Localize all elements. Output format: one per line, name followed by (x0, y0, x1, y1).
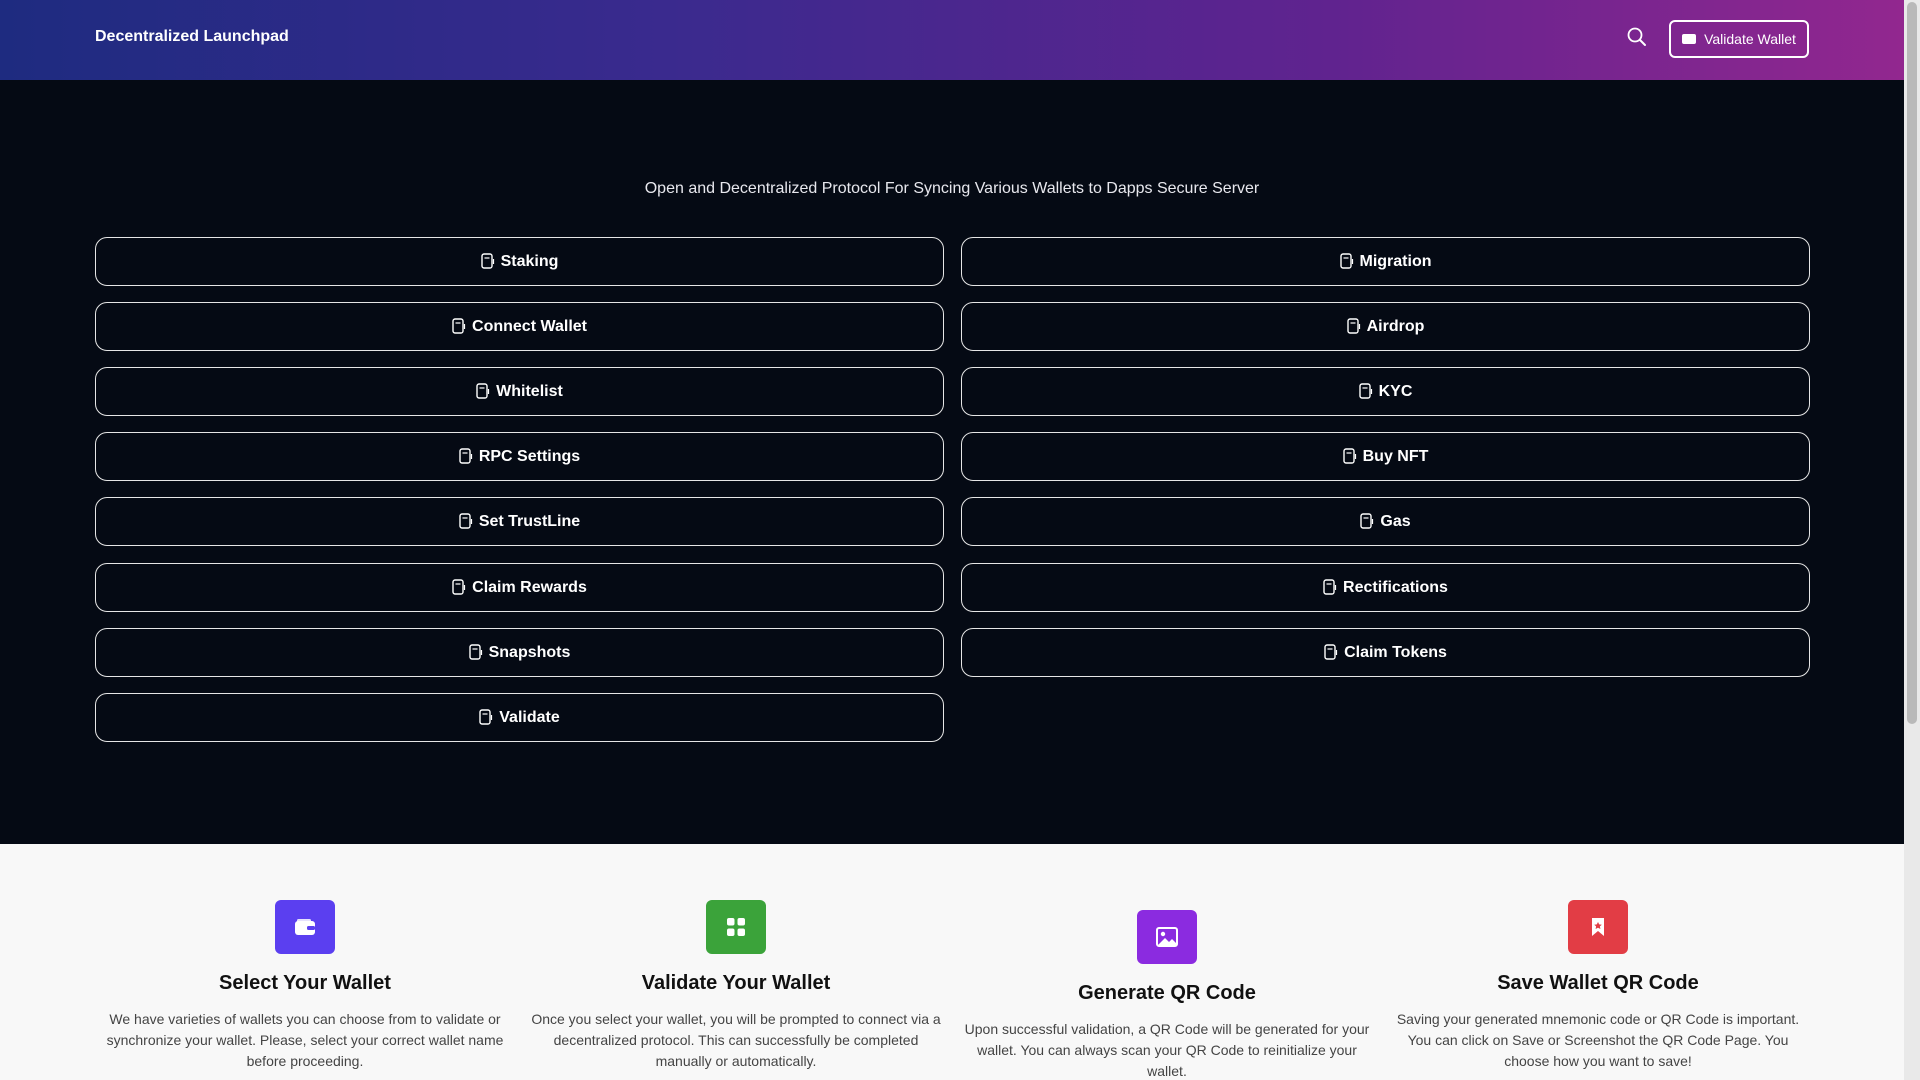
option-label: Staking (500, 252, 559, 270)
wallet-icon (275, 900, 335, 954)
feature-text: Saving your generated mnemonic code or Q… (1396, 1011, 1800, 1069)
document-icon (1323, 579, 1337, 595)
document-icon (452, 318, 466, 334)
option-whitelist[interactable]: Whitelist (95, 367, 944, 416)
grid-icon (706, 900, 766, 954)
option-kyc[interactable]: KYC (961, 367, 1810, 416)
feature-title: Generate QR Code (1078, 982, 1256, 1004)
wallet-icon (1682, 34, 1697, 44)
option-snapshots[interactable]: Snapshots (95, 628, 944, 677)
option-label: Snapshots (488, 643, 571, 661)
document-icon (1339, 253, 1353, 269)
option-label: Gas (1380, 512, 1411, 530)
option-label: Buy NFT (1362, 447, 1429, 465)
top-navbar: Decentralized Launchpad Validate Wallet (0, 0, 1904, 80)
option-label: Rectifications (1343, 578, 1448, 596)
document-icon (459, 448, 472, 464)
option-migration[interactable]: Migration (961, 237, 1810, 286)
option-gas[interactable]: Gas (961, 497, 1810, 546)
features-section: Select Your Wallet We have varieties of … (0, 844, 1904, 1080)
document-icon (1324, 644, 1338, 660)
option-label: Set TrustLine (478, 512, 581, 530)
option-label: RPC Settings (478, 447, 581, 465)
validate-wallet-button[interactable]: Validate Wallet (1669, 20, 1809, 58)
feature-title: Validate Your Wallet (641, 972, 831, 994)
option-label: Validate (499, 708, 560, 726)
image-icon (1137, 910, 1197, 964)
feature-select-wallet: Select Your Wallet We have varieties of … (95, 900, 515, 1072)
document-icon (1342, 448, 1356, 464)
option-claim-rewards[interactable]: Claim Rewards (95, 563, 944, 612)
validate-wallet-label: Validate Wallet (1704, 31, 1796, 47)
feature-text: Upon successful validation, a QR Code wi… (964, 1021, 1370, 1079)
feature-text: We have varieties of wallets you can cho… (106, 1011, 504, 1069)
document-icon (459, 513, 472, 529)
scrollbar-thumb[interactable] (1907, 2, 1917, 724)
feature-text: Once you select your wallet, you will be… (531, 1011, 941, 1069)
option-label: Claim Rewards (472, 578, 587, 596)
feature-title: Select Your Wallet (219, 972, 391, 994)
brand-title[interactable]: Decentralized Launchpad (95, 28, 289, 46)
search-icon[interactable] (1626, 26, 1648, 48)
document-icon (479, 709, 493, 725)
hero-tagline: Open and Decentralized Protocol For Sync… (644, 180, 1260, 197)
option-label: Migration (1359, 252, 1432, 270)
option-connect-wallet[interactable]: Connect Wallet (95, 302, 944, 351)
page: Decentralized Launchpad Validate Wallet … (0, 0, 1904, 1080)
bookmark-icon (1568, 900, 1628, 954)
document-icon (1360, 513, 1374, 529)
option-rectifications[interactable]: Rectifications (961, 563, 1810, 612)
feature-generate-qr: Generate QR Code Upon successful validat… (957, 910, 1377, 1080)
option-set-trustline[interactable]: Set TrustLine (95, 497, 944, 546)
option-label: Claim Tokens (1344, 643, 1447, 661)
document-icon (452, 579, 466, 595)
document-icon (1346, 318, 1360, 334)
feature-title: Save Wallet QR Code (1497, 972, 1699, 994)
option-label: Connect Wallet (472, 317, 587, 335)
option-rpc-settings[interactable]: RPC Settings (95, 432, 944, 481)
document-icon (1358, 383, 1372, 399)
option-staking[interactable]: Staking (95, 237, 944, 286)
option-claim-tokens[interactable]: Claim Tokens (961, 628, 1810, 677)
feature-validate-wallet: Validate Your Wallet Once you select you… (526, 900, 946, 1072)
option-label: KYC (1378, 382, 1413, 400)
feature-save-qr: Save Wallet QR Code Saving your generate… (1388, 900, 1808, 1072)
option-label: Whitelist (496, 382, 563, 400)
option-validate[interactable]: Validate (95, 693, 944, 742)
document-icon (476, 383, 490, 399)
document-icon (468, 644, 482, 660)
option-airdrop[interactable]: Airdrop (961, 302, 1810, 351)
document-icon (480, 253, 494, 269)
vertical-scrollbar[interactable] (1904, 0, 1920, 1080)
option-buy-nft[interactable]: Buy NFT (961, 432, 1810, 481)
option-label: Airdrop (1366, 317, 1425, 335)
